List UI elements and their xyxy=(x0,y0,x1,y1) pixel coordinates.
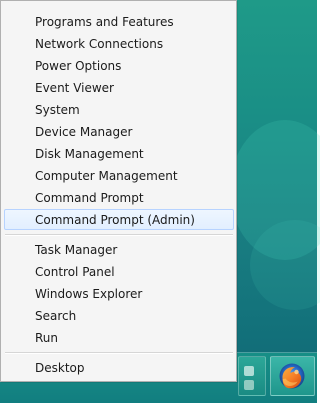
menu-item-run[interactable]: Run xyxy=(4,327,234,348)
menu-item-task-manager[interactable]: Task Manager xyxy=(4,239,234,260)
menu-item-windows-explorer[interactable]: Windows Explorer xyxy=(4,283,234,304)
app-icon xyxy=(244,366,254,376)
menu-item-search[interactable]: Search xyxy=(4,305,234,326)
menu-item-control-panel[interactable]: Control Panel xyxy=(4,261,234,282)
menu-separator xyxy=(5,352,233,354)
menu-item-device-manager[interactable]: Device Manager xyxy=(4,121,234,142)
menu-item-event-viewer[interactable]: Event Viewer xyxy=(4,77,234,98)
menu-separator xyxy=(5,234,233,236)
taskbar-app-button[interactable] xyxy=(238,356,266,396)
winx-context-menu: Programs and Features Network Connection… xyxy=(0,0,237,382)
firefox-icon xyxy=(279,363,305,389)
menu-item-disk-management[interactable]: Disk Management xyxy=(4,143,234,164)
menu-item-power-options[interactable]: Power Options xyxy=(4,55,234,76)
menu-item-system[interactable]: System xyxy=(4,99,234,120)
menu-item-network-connections[interactable]: Network Connections xyxy=(4,33,234,54)
menu-item-desktop[interactable]: Desktop xyxy=(4,357,234,378)
menu-item-command-prompt-admin[interactable]: Command Prompt (Admin) xyxy=(4,209,234,230)
menu-item-programs-and-features[interactable]: Programs and Features xyxy=(4,11,234,32)
app-icon xyxy=(244,380,254,390)
menu-item-computer-management[interactable]: Computer Management xyxy=(4,165,234,186)
menu-item-command-prompt[interactable]: Command Prompt xyxy=(4,187,234,208)
